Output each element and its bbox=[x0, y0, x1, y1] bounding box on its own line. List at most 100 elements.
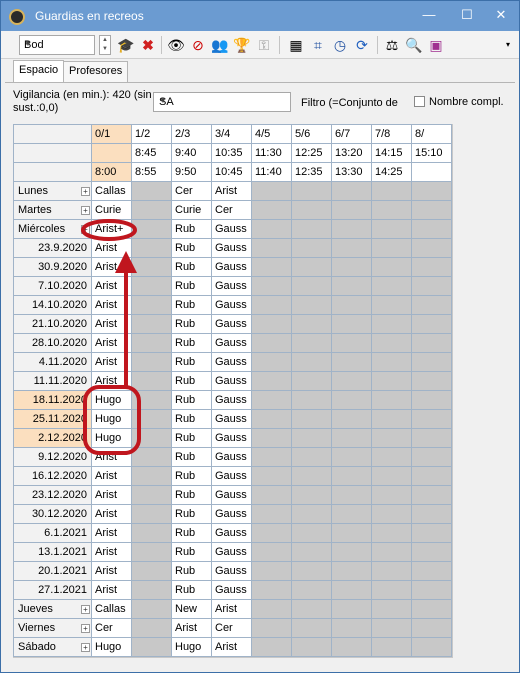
schedule-cell[interactable] bbox=[371, 637, 412, 657]
schedule-cell[interactable]: Gauss bbox=[211, 561, 252, 581]
people-icon[interactable]: 👥 bbox=[211, 36, 229, 54]
schedule-cell[interactable] bbox=[131, 523, 172, 543]
schedule-cell[interactable]: Gauss bbox=[211, 371, 252, 391]
schedule-cell[interactable]: Arist bbox=[91, 257, 132, 277]
schedule-cell[interactable]: Arist bbox=[91, 542, 132, 562]
schedule-cell[interactable]: Callas bbox=[91, 181, 132, 201]
schedule-cell[interactable]: Gauss bbox=[211, 314, 252, 334]
expand-plus-icon[interactable]: + bbox=[81, 605, 90, 614]
schedule-cell[interactable] bbox=[411, 523, 452, 543]
schedule-cell[interactable] bbox=[291, 504, 332, 524]
schedule-cell[interactable] bbox=[251, 333, 292, 353]
schedule-cell[interactable] bbox=[411, 390, 452, 410]
schedule-cell[interactable]: Gauss bbox=[211, 428, 252, 448]
schedule-cell[interactable] bbox=[371, 485, 412, 505]
schedule-cell[interactable] bbox=[291, 390, 332, 410]
schedule-cell[interactable] bbox=[371, 428, 412, 448]
schedule-cell[interactable]: Gauss bbox=[211, 485, 252, 505]
schedule-cell[interactable] bbox=[331, 485, 372, 505]
schedule-cell[interactable] bbox=[331, 542, 372, 562]
schedule-cell[interactable] bbox=[411, 542, 452, 562]
schedule-cell[interactable]: Arist bbox=[91, 314, 132, 334]
schedule-cell[interactable] bbox=[331, 276, 372, 296]
schedule-cell[interactable] bbox=[131, 371, 172, 391]
schedule-cell[interactable] bbox=[411, 599, 452, 619]
schedule-cell[interactable]: Hugo bbox=[91, 390, 132, 410]
schedule-cell[interactable] bbox=[371, 580, 412, 600]
schedule-cell[interactable] bbox=[131, 352, 172, 372]
schedule-cell[interactable] bbox=[411, 618, 452, 638]
schedule-cell[interactable]: Rub bbox=[171, 390, 212, 410]
schedule-cell[interactable]: Gauss bbox=[211, 257, 252, 277]
schedule-cell[interactable]: Rub bbox=[171, 219, 212, 239]
schedule-cell[interactable] bbox=[331, 599, 372, 619]
schedule-cell[interactable] bbox=[291, 257, 332, 277]
schedule-cell[interactable] bbox=[251, 295, 292, 315]
schedule-cell[interactable]: Arist bbox=[91, 504, 132, 524]
schedule-cell[interactable]: Callas bbox=[91, 599, 132, 619]
schedule-cell[interactable] bbox=[331, 295, 372, 315]
schedule-cell[interactable]: Rub bbox=[171, 504, 212, 524]
schedule-cell[interactable]: Gauss bbox=[211, 409, 252, 429]
schedule-cell[interactable] bbox=[411, 257, 452, 277]
schedule-cell[interactable]: Arist bbox=[91, 352, 132, 372]
schedule-cell[interactable] bbox=[291, 447, 332, 467]
schedule-cell[interactable] bbox=[411, 276, 452, 296]
crop-icon[interactable]: ⌗ bbox=[309, 36, 327, 54]
schedule-cell[interactable]: Rub bbox=[171, 314, 212, 334]
schedule-cell[interactable] bbox=[371, 295, 412, 315]
schedule-cell[interactable] bbox=[371, 523, 412, 543]
schedule-cell[interactable] bbox=[411, 352, 452, 372]
schedule-cell[interactable] bbox=[411, 447, 452, 467]
schedule-cell[interactable] bbox=[131, 447, 172, 467]
schedule-cell[interactable] bbox=[251, 257, 292, 277]
schedule-cell[interactable]: Rub bbox=[171, 333, 212, 353]
schedule-cell[interactable] bbox=[371, 219, 412, 239]
schedule-cell[interactable] bbox=[291, 580, 332, 600]
schedule-cell[interactable]: Arist bbox=[91, 523, 132, 543]
schedule-cell[interactable] bbox=[371, 238, 412, 258]
schedule-cell[interactable]: Rub bbox=[171, 428, 212, 448]
schedule-cell[interactable]: Gauss bbox=[211, 219, 252, 239]
schedule-cell[interactable] bbox=[371, 371, 412, 391]
schedule-cell[interactable] bbox=[371, 542, 412, 562]
schedule-cell[interactable]: Hugo bbox=[91, 428, 132, 448]
schedule-cell[interactable] bbox=[331, 390, 372, 410]
schedule-cell[interactable]: Rub bbox=[171, 561, 212, 581]
schedule-cell[interactable]: Rub bbox=[171, 371, 212, 391]
schedule-cell[interactable] bbox=[411, 333, 452, 353]
schedule-cell[interactable] bbox=[331, 504, 372, 524]
schedule-cell[interactable] bbox=[131, 637, 172, 657]
schedule-cell[interactable]: Gauss bbox=[211, 295, 252, 315]
schedule-cell[interactable] bbox=[131, 504, 172, 524]
schedule-cell[interactable] bbox=[251, 599, 292, 619]
schedule-cell[interactable]: Rub bbox=[171, 257, 212, 277]
refresh-icon[interactable]: ⟳ bbox=[353, 36, 371, 54]
minimize-button[interactable]: — bbox=[415, 5, 443, 25]
schedule-cell[interactable] bbox=[131, 181, 172, 201]
card-icon[interactable]: ▣ bbox=[427, 36, 445, 54]
expand-plus-icon[interactable]: + bbox=[81, 187, 90, 196]
schedule-cell[interactable] bbox=[371, 200, 412, 220]
schedule-cell[interactable] bbox=[251, 428, 292, 448]
schedule-cell[interactable] bbox=[251, 542, 292, 562]
schedule-cell[interactable]: Gauss bbox=[211, 276, 252, 296]
schedule-cell[interactable]: Rub bbox=[171, 295, 212, 315]
trophy-icon[interactable]: 🏆 bbox=[233, 36, 251, 54]
schedule-cell[interactable]: New bbox=[171, 599, 212, 619]
schedule-cell[interactable] bbox=[411, 561, 452, 581]
schedule-cell[interactable] bbox=[251, 618, 292, 638]
schedule-cell[interactable] bbox=[131, 219, 172, 239]
schedule-cell[interactable] bbox=[131, 257, 172, 277]
schedule-cell[interactable]: Arist bbox=[211, 637, 252, 657]
schedule-cell[interactable]: Gauss bbox=[211, 352, 252, 372]
schedule-cell[interactable] bbox=[331, 447, 372, 467]
schedule-cell[interactable]: Rub bbox=[171, 542, 212, 562]
teacher-combo[interactable]: Bod ▼ bbox=[19, 35, 95, 55]
schedule-cell[interactable]: Rub bbox=[171, 523, 212, 543]
schedule-cell[interactable] bbox=[291, 200, 332, 220]
schedule-cell[interactable] bbox=[131, 561, 172, 581]
schedule-cell[interactable] bbox=[131, 618, 172, 638]
schedule-cell[interactable] bbox=[291, 371, 332, 391]
schedule-cell[interactable] bbox=[371, 599, 412, 619]
